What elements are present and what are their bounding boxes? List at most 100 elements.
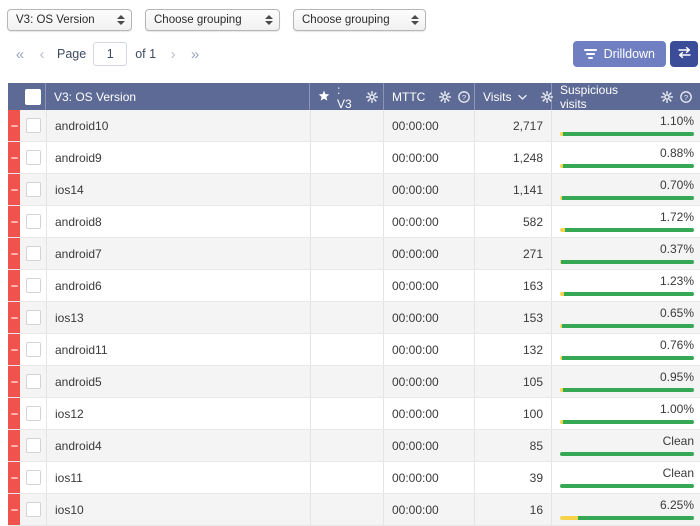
table-row[interactable]: android6 00:00:00 163 1.23% bbox=[8, 270, 700, 302]
table-row[interactable]: ios14 00:00:00 1,141 0.70% bbox=[8, 174, 700, 206]
cell-mttc: 00:00:00 bbox=[384, 462, 475, 493]
chevron-down-icon[interactable] bbox=[518, 91, 528, 103]
pagination-bar: « ‹ Page of 1 › » Drilldown bbox=[0, 34, 700, 74]
cell-name: android10 bbox=[46, 110, 310, 141]
gear-icon[interactable] bbox=[439, 90, 452, 103]
grouping-select-2[interactable]: Choose grouping bbox=[145, 9, 280, 31]
row-checkbox[interactable] bbox=[20, 494, 46, 525]
cell-visits: 16 bbox=[475, 494, 552, 525]
cell-name: ios11 bbox=[46, 462, 310, 493]
cell-name: ios12 bbox=[46, 398, 310, 429]
row-checkbox[interactable] bbox=[20, 142, 46, 173]
suspicious-value: 1.00% bbox=[659, 402, 694, 416]
funnel-icon bbox=[583, 49, 597, 59]
cell-name: android8 bbox=[46, 206, 310, 237]
row-checkbox[interactable] bbox=[20, 174, 46, 205]
cell-star bbox=[310, 462, 384, 493]
header-stripe-cell bbox=[8, 83, 20, 110]
column-header-star[interactable]: : V3 bbox=[310, 83, 384, 111]
suspicious-value: 1.10% bbox=[659, 114, 694, 128]
gear-icon[interactable] bbox=[661, 90, 673, 103]
page-number-input[interactable] bbox=[93, 42, 128, 66]
column-header-suspicious-visits[interactable]: Suspicious visits ? bbox=[552, 82, 700, 111]
table-row[interactable]: android10 00:00:00 2,717 1.10% bbox=[8, 110, 700, 142]
cell-suspicious-visits: Clean bbox=[552, 430, 700, 461]
suspicious-bar bbox=[560, 484, 694, 488]
table-row[interactable]: ios11 00:00:00 39 Clean bbox=[8, 462, 700, 494]
cell-suspicious-visits: 1.23% bbox=[552, 270, 700, 301]
exchange-arrows-icon bbox=[677, 46, 692, 62]
cell-suspicious-visits: 0.70% bbox=[552, 174, 700, 205]
grouping-select-2-value: Choose grouping bbox=[154, 14, 242, 26]
table-row[interactable]: android9 00:00:00 1,248 0.88% bbox=[8, 142, 700, 174]
grouping-select-1-value: V3: OS Version bbox=[16, 14, 95, 26]
table-row[interactable]: android7 00:00:00 271 0.37% bbox=[8, 238, 700, 270]
cell-name: android9 bbox=[46, 142, 310, 173]
cell-star bbox=[310, 174, 384, 205]
cell-visits: 163 bbox=[475, 270, 552, 301]
suspicious-value: 1.23% bbox=[659, 274, 694, 288]
first-page-button[interactable]: « bbox=[9, 47, 31, 62]
cell-star bbox=[310, 430, 384, 461]
select-all-checkbox[interactable] bbox=[20, 83, 46, 110]
prev-page-button[interactable]: ‹ bbox=[31, 47, 53, 62]
star-icon bbox=[318, 90, 330, 104]
cell-visits: 582 bbox=[475, 206, 552, 237]
cell-suspicious-visits: 0.95% bbox=[552, 366, 700, 397]
grouping-select-3[interactable]: Choose grouping bbox=[293, 9, 426, 31]
row-checkbox[interactable] bbox=[20, 302, 46, 333]
column-header-name-label: V3: OS Version bbox=[54, 89, 137, 104]
cell-suspicious-visits: 1.00% bbox=[552, 398, 700, 429]
column-header-mttc-label: MTTC bbox=[392, 89, 426, 104]
checkbox-icon bbox=[24, 88, 41, 105]
drilldown-button[interactable]: Drilldown bbox=[572, 41, 666, 67]
suspicious-value: 0.76% bbox=[659, 338, 694, 352]
suspicious-bar bbox=[560, 164, 694, 168]
table-row[interactable]: ios12 00:00:00 100 1.00% bbox=[8, 398, 700, 430]
cell-star bbox=[310, 398, 384, 429]
row-checkbox[interactable] bbox=[20, 334, 46, 365]
column-header-mttc[interactable]: MTTC ? bbox=[384, 83, 475, 110]
table-row[interactable]: android4 00:00:00 85 Clean bbox=[8, 430, 700, 462]
svg-text:?: ? bbox=[684, 92, 688, 101]
row-checkbox[interactable] bbox=[20, 270, 46, 301]
column-header-suspicious-visits-label: Suspicious visits bbox=[560, 82, 619, 111]
gear-icon[interactable] bbox=[365, 90, 378, 103]
table-row[interactable]: android11 00:00:00 132 0.76% bbox=[8, 334, 700, 366]
svg-text:?: ? bbox=[462, 92, 466, 101]
swap-columns-button[interactable] bbox=[670, 41, 698, 67]
row-status-stripe bbox=[8, 366, 20, 397]
table-row[interactable]: android5 00:00:00 105 0.95% bbox=[8, 366, 700, 398]
pagination: « ‹ Page of 1 › » bbox=[9, 42, 206, 66]
column-header-name[interactable]: V3: OS Version bbox=[46, 83, 310, 110]
column-header-visits[interactable]: Visits bbox=[475, 83, 554, 110]
cell-suspicious-visits: 1.10% bbox=[552, 110, 700, 141]
row-status-stripe bbox=[8, 302, 20, 333]
row-checkbox[interactable] bbox=[20, 110, 46, 141]
cell-star bbox=[310, 142, 384, 173]
table-row[interactable]: ios13 00:00:00 153 0.65% bbox=[8, 302, 700, 334]
suspicious-bar bbox=[560, 452, 694, 456]
checkbox-icon bbox=[25, 118, 41, 133]
next-page-button[interactable]: › bbox=[162, 47, 184, 62]
row-checkbox[interactable] bbox=[20, 206, 46, 237]
checkbox-icon bbox=[25, 502, 41, 517]
grouping-select-1[interactable]: V3: OS Version bbox=[7, 9, 132, 31]
last-page-button[interactable]: » bbox=[184, 47, 206, 62]
row-checkbox[interactable] bbox=[20, 366, 46, 397]
row-checkbox[interactable] bbox=[20, 398, 46, 429]
row-status-stripe bbox=[8, 174, 20, 205]
cell-mttc: 00:00:00 bbox=[384, 238, 475, 269]
table-row[interactable]: android8 00:00:00 582 1.72% bbox=[8, 206, 700, 238]
cell-suspicious-visits: 0.76% bbox=[552, 334, 700, 365]
row-checkbox[interactable] bbox=[20, 238, 46, 269]
help-icon[interactable]: ? bbox=[458, 90, 471, 103]
table-row[interactable]: ios10 00:00:00 16 6.25% bbox=[8, 494, 700, 526]
row-checkbox[interactable] bbox=[20, 462, 46, 493]
row-checkbox[interactable] bbox=[20, 430, 46, 461]
stepper-icon bbox=[411, 13, 419, 27]
help-icon[interactable]: ? bbox=[680, 90, 692, 103]
suspicious-value: 0.88% bbox=[659, 146, 694, 160]
row-status-stripe bbox=[8, 142, 20, 173]
cell-star bbox=[310, 110, 384, 141]
